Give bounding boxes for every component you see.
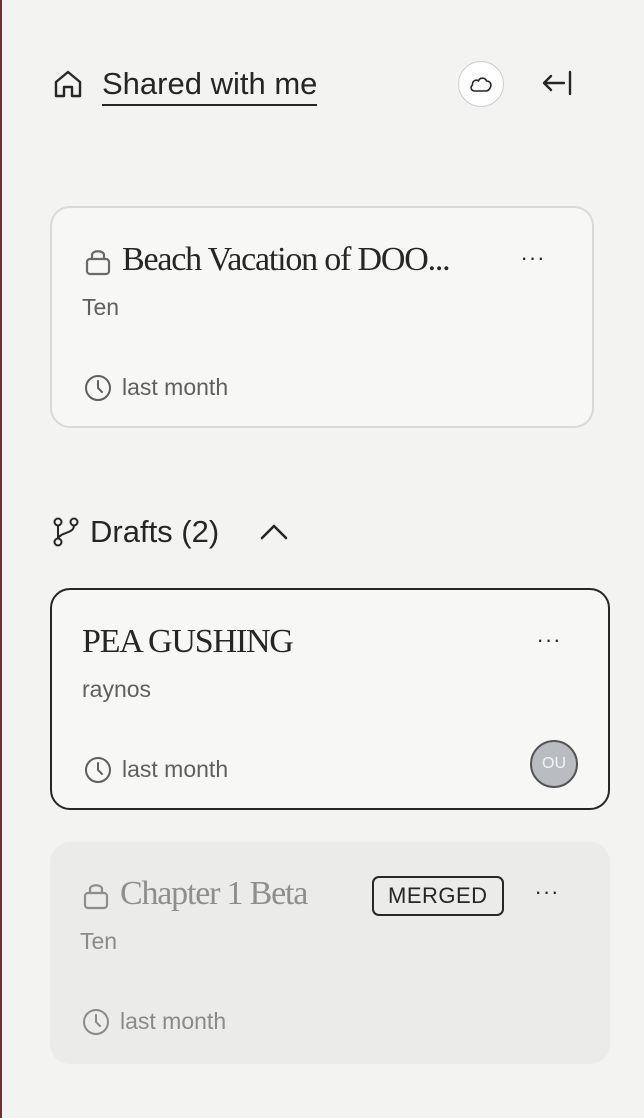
chevron-up-icon[interactable] (258, 520, 290, 544)
clock-icon (85, 757, 111, 783)
header-title-link[interactable]: Shared with me (102, 64, 318, 106)
draft-card[interactable]: PEA GUSHING ··· raynos last month OU (50, 588, 610, 810)
more-options-button[interactable]: ··· (518, 247, 548, 269)
cloud-icon (470, 77, 492, 92)
doc-title: Beach Vacation of DOO... (122, 241, 451, 278)
draft-card-merged[interactable]: Chapter 1 Beta MERGED ··· Ten last month (50, 842, 610, 1064)
clock-icon (85, 375, 111, 401)
avatar[interactable]: OU (530, 740, 578, 788)
collapse-left-icon (542, 70, 572, 96)
draft-title: PEA GUSHING (82, 623, 294, 660)
drafts-section-header[interactable]: Drafts (2) (52, 508, 352, 558)
lock-icon (85, 250, 111, 276)
branch-icon (53, 517, 79, 547)
draft-title: Chapter 1 Beta (120, 875, 308, 912)
panel-header: Shared with me (52, 60, 582, 110)
shared-doc-card[interactable]: Beach Vacation of DOO... ··· Ten last mo… (50, 206, 594, 428)
draft-owner: Ten (80, 928, 118, 954)
merged-badge: MERGED (372, 876, 504, 916)
more-options-button[interactable]: ··· (532, 881, 562, 903)
clock-icon (83, 1009, 109, 1035)
doc-updated-time: last month (122, 374, 229, 400)
window-edge (0, 0, 2, 1118)
lock-icon (83, 884, 109, 910)
cloud-sync-button[interactable] (458, 61, 504, 107)
home-icon[interactable] (52, 68, 84, 100)
draft-updated-time: last month (122, 756, 229, 782)
draft-owner: raynos (82, 676, 152, 702)
drafts-label: Drafts (2) (90, 514, 220, 549)
doc-owner: Ten (82, 294, 120, 320)
draft-updated-time: last month (120, 1008, 227, 1034)
collapse-panel-button[interactable] (538, 66, 576, 100)
more-options-button[interactable]: ··· (534, 629, 564, 651)
